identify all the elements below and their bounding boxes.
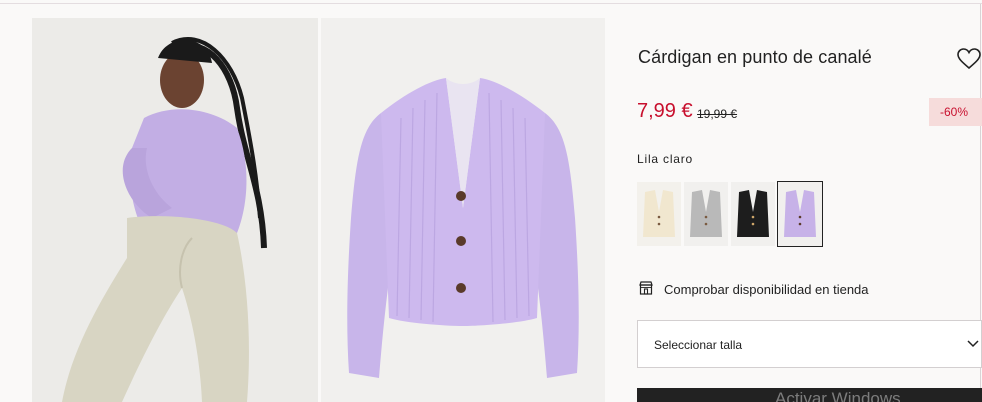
swatch-grey-image (684, 182, 728, 246)
color-swatch-lilac[interactable] (777, 181, 823, 247)
size-select-label: Seleccionar talla (654, 338, 743, 352)
size-select[interactable]: Seleccionar talla (637, 320, 982, 368)
model-photo-illustration (32, 18, 318, 402)
product-image-model[interactable] (32, 18, 318, 402)
product-title: Cárdigan en punto de canalé (638, 47, 872, 67)
header-divider (0, 3, 982, 4)
check-store-availability-link[interactable]: Comprobar disponibilidad en tienda (664, 282, 869, 297)
color-swatch-beige[interactable] (637, 182, 681, 246)
swatch-lilac-image (778, 182, 822, 246)
swatch-beige-image (637, 182, 681, 246)
windows-activation-watermark: Activar Windows (775, 389, 901, 402)
selected-color-label: Lila claro (637, 152, 694, 166)
product-image-garment[interactable] (321, 18, 605, 402)
product-page: Cárdigan en punto de canalé 7,99 € 19,99… (0, 0, 982, 402)
swatch-black-image (731, 182, 775, 246)
original-price: 19,99 € (697, 107, 738, 121)
color-swatch-black[interactable] (731, 182, 775, 246)
color-swatch-grey[interactable] (684, 182, 728, 246)
discount-badge: -60% (929, 98, 982, 126)
heart-icon[interactable] (956, 46, 982, 72)
cardigan-illustration (321, 18, 605, 402)
store-icon (639, 281, 653, 295)
current-price: 7,99 € (637, 100, 693, 122)
chevron-down-icon (967, 340, 979, 348)
